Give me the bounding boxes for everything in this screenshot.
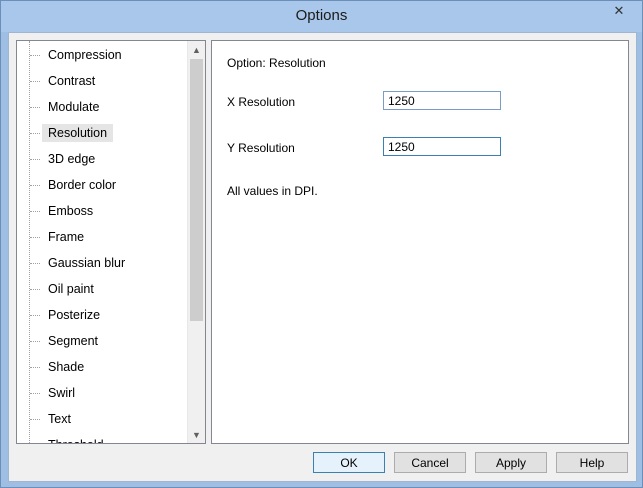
tree-item-label: Oil paint bbox=[48, 282, 94, 296]
tree-item[interactable]: Posterize bbox=[17, 304, 187, 326]
window-title: Options bbox=[295, 7, 348, 24]
tree-item-label: Posterize bbox=[48, 308, 101, 322]
tree-item[interactable]: Text bbox=[17, 408, 187, 430]
tree-item-label: 3D edge bbox=[48, 152, 96, 166]
x-resolution-label: X Resolution bbox=[227, 95, 296, 109]
apply-button[interactable]: Apply bbox=[475, 452, 547, 473]
tree-item-label: Resolution bbox=[42, 124, 114, 142]
dpi-note: All values in DPI. bbox=[227, 184, 318, 198]
tree-item-label: Swirl bbox=[48, 386, 76, 400]
tree-branch-line bbox=[30, 133, 40, 134]
tree-item-label: Compression bbox=[48, 48, 122, 62]
scroll-thumb[interactable] bbox=[190, 59, 203, 321]
options-tree: Compression Contrast Modulate Resolution 3D … bbox=[16, 40, 206, 444]
tree-branch-line bbox=[30, 107, 40, 108]
tree-branch-line bbox=[30, 419, 40, 420]
tree-item[interactable]: Border color bbox=[17, 174, 187, 196]
tree-item[interactable]: Oil paint bbox=[17, 278, 187, 300]
scroll-down-icon[interactable]: ▼ bbox=[188, 426, 205, 443]
tree-item[interactable]: Compression bbox=[17, 44, 187, 66]
scroll-up-icon[interactable]: ▲ bbox=[188, 41, 205, 58]
tree-item[interactable]: Emboss bbox=[17, 200, 187, 222]
tree-branch-line bbox=[30, 237, 40, 238]
y-resolution-label: Y Resolution bbox=[227, 141, 295, 155]
tree-item[interactable]: Threshold bbox=[17, 434, 187, 443]
panel-heading: Option: Resolution bbox=[227, 56, 326, 70]
tree-item[interactable]: Resolution bbox=[17, 122, 187, 144]
tree-branch-line bbox=[30, 185, 40, 186]
dialog-client-area: Compression Contrast Modulate Resolution 3D … bbox=[8, 32, 637, 482]
close-icon[interactable]: ✕ bbox=[604, 2, 634, 20]
tree-item-label: Emboss bbox=[48, 204, 94, 218]
tree-item-label: Border color bbox=[48, 178, 117, 192]
tree-item-label: Modulate bbox=[48, 100, 100, 114]
y-resolution-input[interactable] bbox=[383, 137, 501, 156]
tree-item-label: Frame bbox=[48, 230, 85, 244]
tree-item-label: Segment bbox=[48, 334, 99, 348]
tree-item[interactable]: Frame bbox=[17, 226, 187, 248]
tree-branch-line bbox=[30, 315, 40, 316]
tree-item[interactable]: Swirl bbox=[17, 382, 187, 404]
tree-branch-line bbox=[30, 367, 40, 368]
help-button[interactable]: Help bbox=[556, 452, 628, 473]
tree-item[interactable]: Gaussian blur bbox=[17, 252, 187, 274]
resolution-options-panel: Option: Resolution X Resolution Y Resolu… bbox=[211, 40, 629, 444]
tree-branch-line bbox=[30, 55, 40, 56]
cancel-button[interactable]: Cancel bbox=[394, 452, 466, 473]
tree-item-label: Contrast bbox=[48, 74, 96, 88]
tree-branch-line bbox=[30, 81, 40, 82]
x-resolution-input[interactable] bbox=[383, 91, 501, 110]
tree-item[interactable]: 3D edge bbox=[17, 148, 187, 170]
tree-branch-line bbox=[30, 289, 40, 290]
tree-item-label: Threshold bbox=[42, 436, 110, 443]
tree-item[interactable]: Shade bbox=[17, 356, 187, 378]
tree-branch-line bbox=[30, 341, 40, 342]
tree-scrollbar[interactable]: ▲ ▼ bbox=[187, 41, 205, 443]
tree-branch-line bbox=[30, 393, 40, 394]
tree-item-label: Text bbox=[48, 412, 71, 426]
tree-item-label: Gaussian blur bbox=[48, 256, 126, 270]
tree-branch-line bbox=[30, 159, 40, 160]
tree-item-label: Shade bbox=[48, 360, 85, 374]
tree-view: Compression Contrast Modulate Resolution 3D … bbox=[17, 41, 187, 443]
title-bar[interactable]: Options ✕ bbox=[1, 1, 642, 32]
options-dialog: Options ✕ Compression Contrast Modulate Res… bbox=[0, 0, 643, 488]
tree-branch-line bbox=[30, 211, 40, 212]
tree-branch-line bbox=[30, 263, 40, 264]
ok-button[interactable]: OK bbox=[313, 452, 385, 473]
tree-item[interactable]: Modulate bbox=[17, 96, 187, 118]
tree-item[interactable]: Segment bbox=[17, 330, 187, 352]
tree-item[interactable]: Contrast bbox=[17, 70, 187, 92]
